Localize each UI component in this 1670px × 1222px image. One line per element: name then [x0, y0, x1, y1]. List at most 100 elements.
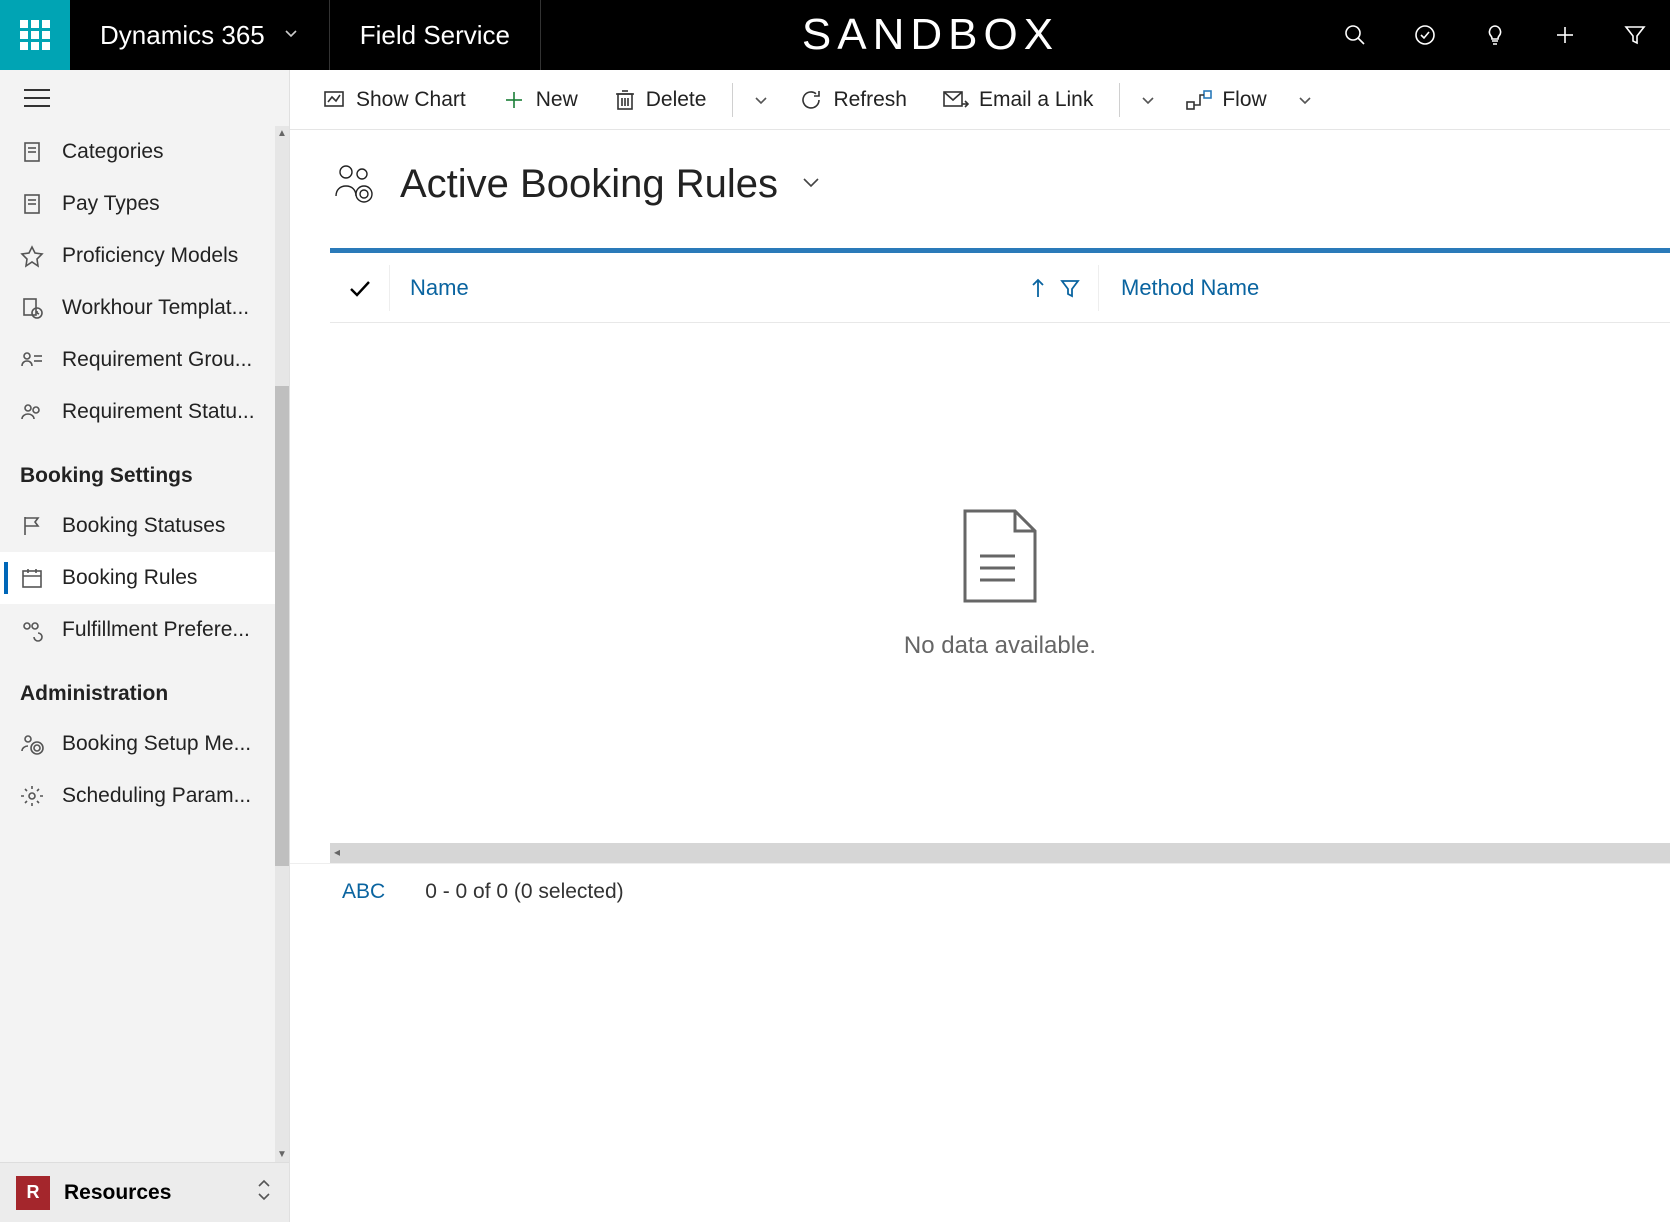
app-name-label: Field Service — [360, 20, 510, 51]
chevron-down-icon — [283, 25, 299, 46]
search-button[interactable] — [1320, 23, 1390, 47]
select-all-checkbox[interactable] — [330, 265, 390, 311]
nav-item-workhour-templates[interactable]: Workhour Templat... — [0, 282, 289, 334]
search-icon — [1343, 23, 1367, 47]
flow-split-button[interactable] — [1289, 80, 1321, 120]
email-link-split-button[interactable] — [1132, 80, 1164, 120]
environment-label: SANDBOX — [541, 0, 1320, 70]
email-link-button[interactable]: Email a Link — [929, 80, 1107, 120]
refresh-button[interactable]: Refresh — [785, 80, 921, 120]
area-label: Resources — [64, 1181, 241, 1205]
advanced-filter-button[interactable] — [1600, 23, 1670, 47]
flow-button[interactable]: Flow — [1172, 80, 1280, 120]
task-button[interactable] — [1390, 23, 1460, 47]
nav-scrollbar[interactable]: ▲ ▼ — [275, 126, 289, 1162]
nav-scroll-region: Categories Pay Types Proficiency Models … — [0, 126, 289, 1162]
nav-group-administration: Administration — [0, 656, 289, 718]
filter-icon[interactable] — [1060, 278, 1080, 298]
column-header-method-name[interactable]: Method Name — [1099, 275, 1259, 301]
chart-icon — [322, 88, 346, 112]
flow-icon — [1186, 90, 1212, 110]
product-switcher[interactable]: Dynamics 365 — [70, 0, 330, 70]
nav-label: Scheduling Param... — [62, 784, 251, 808]
nav-label: Requirement Grou... — [62, 348, 252, 372]
trash-icon — [614, 88, 636, 112]
view-title: Active Booking Rules — [400, 162, 778, 207]
users-icon — [20, 400, 44, 424]
nav-label: Categories — [62, 140, 164, 164]
cmd-label: New — [536, 88, 578, 112]
nav-label: Fulfillment Prefere... — [62, 618, 250, 642]
nav-item-categories[interactable]: Categories — [0, 126, 289, 178]
area-switcher[interactable]: R Resources — [0, 1162, 289, 1222]
empty-message: No data available. — [904, 632, 1096, 660]
empty-state: No data available. — [330, 323, 1670, 843]
command-bar: Show Chart New Delete Refresh Email a Li… — [290, 70, 1670, 130]
nav-collapse-button[interactable] — [0, 70, 289, 126]
hamburger-icon — [24, 88, 50, 108]
waffle-icon — [20, 20, 50, 50]
nav-item-scheduling-parameters[interactable]: Scheduling Param... — [0, 770, 289, 822]
flag-icon — [20, 514, 44, 538]
plus-icon — [502, 88, 526, 112]
cmd-label: Email a Link — [979, 88, 1093, 112]
nav-label: Proficiency Models — [62, 244, 238, 268]
area-chevrons-icon — [255, 1177, 273, 1208]
column-label: Name — [410, 275, 469, 301]
new-button[interactable]: New — [488, 80, 592, 120]
users-refresh-icon — [20, 618, 44, 642]
alpha-index-button[interactable]: ABC — [342, 880, 385, 904]
gear-icon — [20, 784, 44, 808]
nav-item-proficiency-models[interactable]: Proficiency Models — [0, 230, 289, 282]
nav-item-booking-statuses[interactable]: Booking Statuses — [0, 500, 289, 552]
column-label: Method Name — [1121, 275, 1259, 301]
refresh-icon — [799, 88, 823, 112]
nav-item-requirement-statuses[interactable]: Requirement Statu... — [0, 386, 289, 438]
delete-split-button[interactable] — [745, 80, 777, 120]
column-header-row: Name Method Name — [330, 253, 1670, 323]
users-gear-icon — [20, 732, 44, 756]
main-content: Active Booking Rules Name Method Name — [290, 130, 1670, 1222]
nav-item-pay-types[interactable]: Pay Types — [0, 178, 289, 230]
mail-arrow-icon — [943, 90, 969, 110]
view-selector-button[interactable] — [800, 171, 822, 198]
nav-label: Booking Setup Me... — [62, 732, 251, 756]
scroll-up-arrow-icon: ▲ — [277, 126, 287, 141]
app-launcher-button[interactable] — [0, 0, 70, 70]
nav-item-booking-setup-metadata[interactable]: Booking Setup Me... — [0, 718, 289, 770]
view-header: Active Booking Rules — [290, 130, 1670, 248]
star-icon — [20, 244, 44, 268]
cmd-label: Refresh — [833, 88, 907, 112]
nav-item-booking-rules[interactable]: Booking Rules — [0, 552, 289, 604]
data-grid: Name Method Name No data available. — [330, 248, 1670, 843]
show-chart-button[interactable]: Show Chart — [308, 80, 480, 120]
scroll-left-arrow-icon: ◂ — [334, 845, 340, 859]
nav-item-requirement-groups[interactable]: Requirement Grou... — [0, 334, 289, 386]
scrollbar-thumb[interactable] — [275, 386, 289, 866]
people-gear-icon — [330, 160, 378, 208]
grid-footer: ABC 0 - 0 of 0 (0 selected) — [290, 863, 1670, 919]
checkmark-icon — [348, 278, 372, 298]
column-header-name[interactable]: Name — [390, 275, 1030, 301]
chevron-down-icon — [800, 171, 822, 193]
nav-label: Booking Statuses — [62, 514, 225, 538]
record-count-label: 0 - 0 of 0 (0 selected) — [425, 880, 623, 904]
plus-icon — [1553, 23, 1577, 47]
help-button[interactable] — [1460, 23, 1530, 47]
nav-item-fulfillment-preferences[interactable]: Fulfillment Prefere... — [0, 604, 289, 656]
scroll-down-arrow-icon: ▼ — [277, 1147, 287, 1162]
quick-create-button[interactable] — [1530, 23, 1600, 47]
sort-ascending-icon[interactable] — [1030, 277, 1046, 299]
chevron-down-icon — [1297, 92, 1313, 108]
document-icon — [20, 140, 44, 164]
document-icon — [20, 192, 44, 216]
nav-label: Workhour Templat... — [62, 296, 249, 320]
nav-label: Requirement Statu... — [62, 400, 255, 424]
horizontal-scrollbar[interactable]: ◂ — [330, 843, 1670, 863]
product-name: Dynamics 365 — [100, 20, 265, 51]
app-name[interactable]: Field Service — [330, 0, 541, 70]
nav-group-booking-settings: Booking Settings — [0, 438, 289, 500]
check-circle-icon — [1413, 23, 1437, 47]
delete-button[interactable]: Delete — [600, 80, 721, 120]
global-nav-bar: Dynamics 365 Field Service SANDBOX — [0, 0, 1670, 70]
